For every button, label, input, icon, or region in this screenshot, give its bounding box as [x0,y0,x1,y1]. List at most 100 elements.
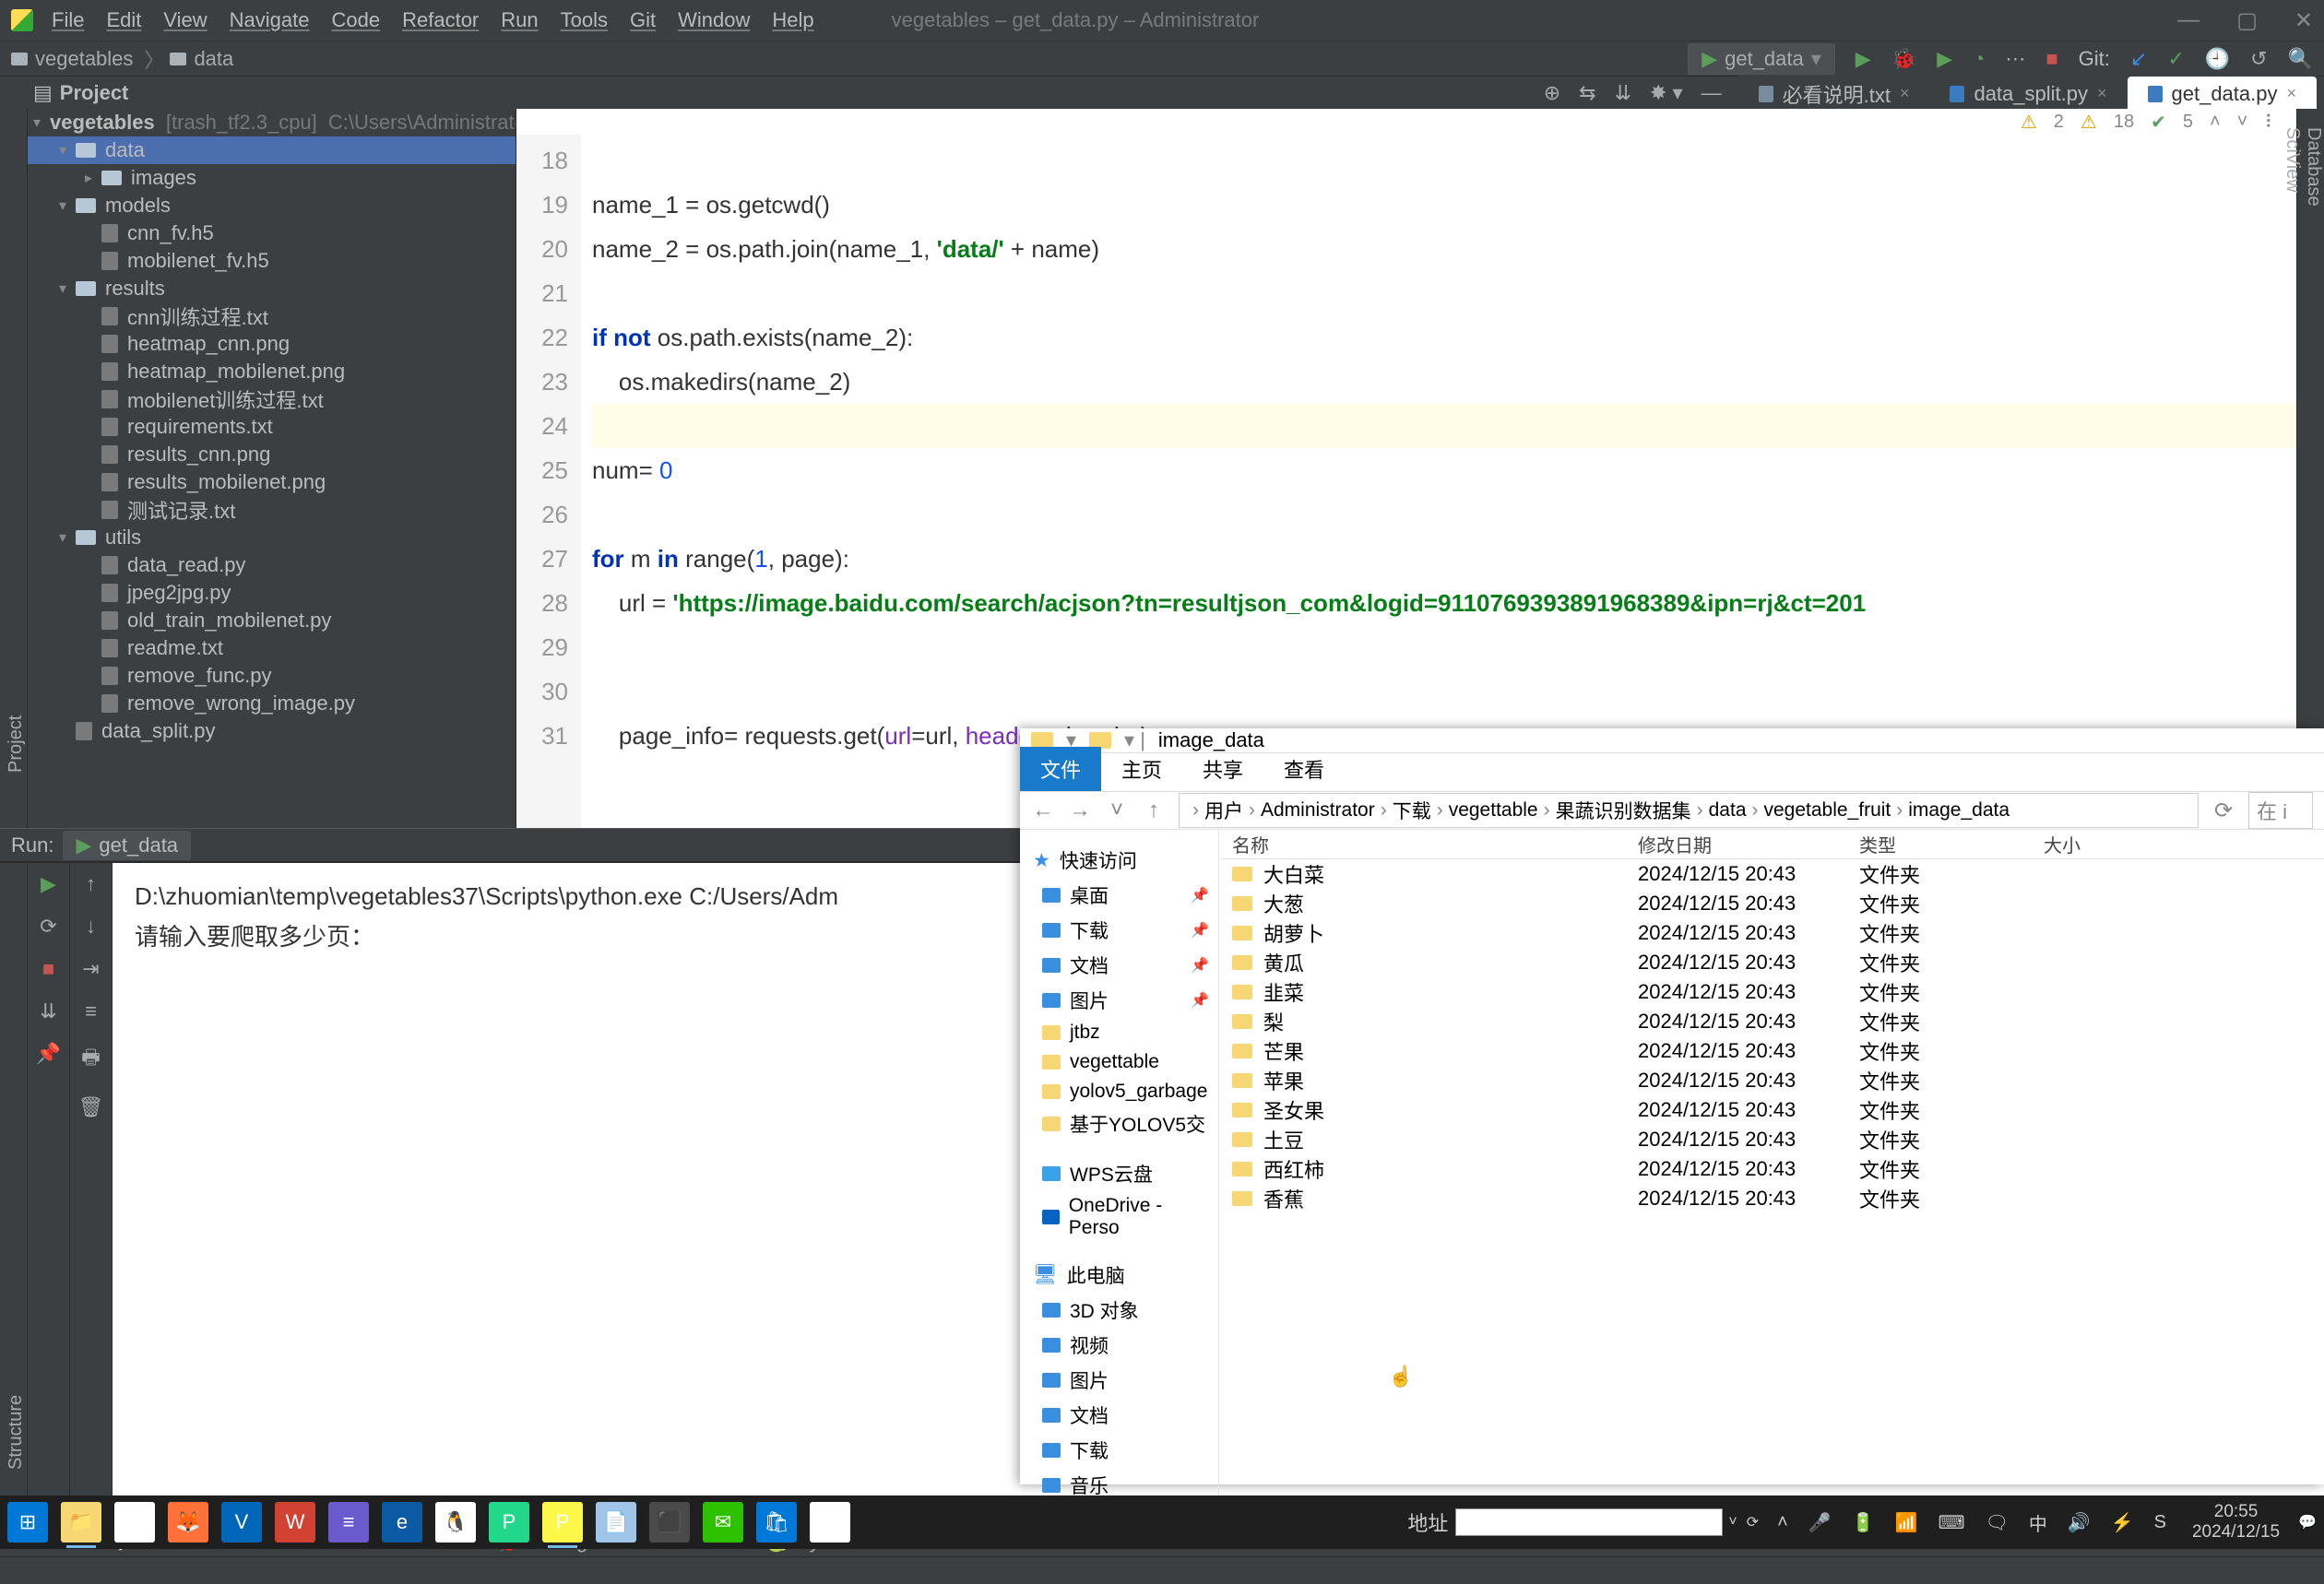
notifications-icon[interactable]: 💬 [2298,1513,2317,1531]
collapse-icon[interactable]: ⇊ [1615,81,1631,105]
close-tab-icon[interactable]: × [2286,84,2296,103]
select-opened-icon[interactable]: ⊕ [1544,81,1560,105]
maximize-button[interactable]: ▢ [2236,7,2258,34]
search-icon[interactable]: 🔍 [2288,47,2313,71]
address-dropdown-icon[interactable]: ˅ [1728,1514,1737,1531]
menu-navigate[interactable]: Navigate [230,8,310,31]
taskbar-start-icon[interactable]: ⊞ [7,1502,48,1543]
hide-icon[interactable]: — [1702,81,1722,105]
editor-tab[interactable]: get_data.py× [2128,77,2318,112]
taskbar-term-icon[interactable]: ⬛ [649,1502,690,1543]
layout-icon[interactable]: ⇊ [40,999,56,1023]
taskbar-wechat-icon[interactable]: ✉ [703,1502,743,1543]
clear-icon[interactable]: 🗑 [78,1095,104,1119]
sidebar-item[interactable]: 3D 对象 [1020,1293,1218,1328]
file-list[interactable]: 大白菜2024/12/15 20:43文件夹大葱2024/12/15 20:43… [1219,859,2324,1503]
close-tab-icon[interactable]: × [2097,84,2107,103]
folder-row[interactable]: 大白菜2024/12/15 20:43文件夹 [1219,859,2324,889]
folder-row[interactable]: 芒果2024/12/15 20:43文件夹 [1219,1036,2324,1066]
coverage-icon[interactable]: ▶ [1937,47,1952,71]
ribbon-tab-view[interactable]: 查看 [1263,747,1345,791]
menu-help[interactable]: Help [772,8,813,31]
menu-code[interactable]: Code [332,8,381,31]
folder-row[interactable]: 土豆2024/12/15 20:43文件夹 [1219,1125,2324,1154]
menu-git[interactable]: Git [630,8,656,31]
folder-row[interactable]: 梨2024/12/15 20:43文件夹 [1219,1007,2324,1036]
close-tab-icon[interactable]: × [1900,84,1910,103]
this-pc[interactable]: 🖥此电脑 [1020,1258,1218,1293]
tree-file[interactable]: remove_func.py [28,662,516,690]
folder-row[interactable]: 大葱2024/12/15 20:43文件夹 [1219,889,2324,918]
pin-icon[interactable]: 📌 [36,1042,61,1066]
tray-icon[interactable]: ˄ [1777,1512,1788,1533]
taskbar-notepad-icon[interactable]: 📄 [596,1502,636,1543]
taskbar-store-icon[interactable]: 🛍 [756,1502,797,1543]
tree-folder[interactable]: ▸images [28,164,516,192]
menu-refactor[interactable]: Refactor [402,8,479,31]
stop-icon[interactable]: ■ [2045,47,2057,71]
tree-file[interactable]: 测试记录.txt [28,496,516,524]
tree-file[interactable]: mobilenet训练过程.txt [28,385,516,413]
ribbon-tab-share[interactable]: 共享 [1182,747,1263,791]
tree-file[interactable]: jpeg2jpg.py [28,579,516,607]
sidebar-item[interactable]: jtbz [1020,1018,1218,1047]
taskbar-explorer-icon[interactable]: 📁 [61,1502,101,1543]
quick-access[interactable]: ★快速访问 [1020,843,1218,878]
path-segment[interactable]: image_data [1908,799,2010,822]
git-commit-icon[interactable]: ✓ [2167,47,2184,71]
tree-file[interactable]: requirements.txt [28,413,516,441]
prev-highlight-icon[interactable]: ˄ [2210,112,2221,133]
folder-row[interactable]: 西红柿2024/12/15 20:43文件夹 [1219,1154,2324,1184]
sidebar-item[interactable]: 图片 [1020,1363,1218,1398]
editor-tab[interactable]: 必看说明.txt× [1738,77,1930,112]
clock[interactable]: 20:55 2024/12/15 [2192,1502,2280,1543]
address-go-icon[interactable]: ⟳ [1747,1513,1759,1531]
project-view-icon[interactable]: ▤ [33,81,53,105]
tray-icon[interactable]: ⌨ [1939,1511,1965,1534]
inspections-bar[interactable]: ⚠2 ⚠18 ✔5 ˄ ˅ ⠇ [516,109,2296,135]
folder-row[interactable]: 韭菜2024/12/15 20:43文件夹 [1219,977,2324,1007]
up-icon[interactable]: ↑ [1142,798,1166,823]
sidebar-item[interactable]: vegettable [1020,1047,1218,1077]
stop-icon[interactable]: ⟳ [40,915,56,939]
path-segment[interactable]: vegetable_fruit [1764,799,1891,822]
tree-file[interactable]: readme.txt [28,634,516,662]
attach-icon[interactable]: ⋯ [2005,47,2025,71]
taskbar-pycharm1-icon[interactable]: P [489,1502,529,1543]
sidebar-item[interactable]: 文档 [1020,1398,1218,1433]
project-tool-tab[interactable]: Project [6,127,27,773]
tray-icon[interactable]: 📶 [1895,1511,1918,1534]
sidebar-item[interactable]: 文档📌 [1020,948,1218,983]
tray-icon[interactable]: 🔋 [1852,1511,1875,1534]
weak-warning-icon[interactable]: ⚠ [2081,111,2097,134]
tray-icon[interactable]: 🎤 [1808,1511,1832,1534]
path-segment[interactable]: 下载 [1393,797,1431,824]
ribbon-tab-file[interactable]: 文件 [1020,747,1101,791]
breadcrumb[interactable]: vegetables [11,47,133,71]
address-bar[interactable]: ›用户›Administrator›下载›vegettable›果蔬识别数据集›… [1179,793,2199,828]
run-icon[interactable]: ▶ [1856,47,1871,71]
menu-edit[interactable]: Edit [106,8,141,31]
tray-icon[interactable]: ⚡ [2111,1511,2134,1534]
rerun-icon[interactable]: ▶ [41,872,56,896]
code-editor[interactable]: 1819202122232425262728293031 name_1 = os… [516,135,2296,828]
sidebar-item[interactable]: OneDrive - Perso [1020,1191,1218,1243]
tray-icon[interactable]: 中 [2029,1509,2047,1536]
up-icon[interactable]: ↑ [86,872,96,896]
folder-row[interactable]: 圣女果2024/12/15 20:43文件夹 [1219,1095,2324,1125]
warning-icon[interactable]: ⚠ [2021,111,2037,134]
menu-view[interactable]: View [163,8,207,31]
git-history-icon[interactable]: 🕘 [2205,47,2230,71]
tree-file[interactable]: old_train_mobilenet.py [28,607,516,634]
profile-icon[interactable]: ◔ [1973,47,1985,71]
column-headers[interactable]: 名称 修改日期 类型 大小 [1219,830,2324,859]
sciview-tool-tab[interactable]: SciView [2282,127,2303,828]
sidebar-item[interactable]: 图片📌 [1020,983,1218,1018]
taskbar-qq-icon[interactable]: 🐧 [435,1502,476,1543]
path-segment[interactable]: 用户 [1204,797,1243,824]
taskbar-chrome-icon[interactable]: ◐ [114,1502,155,1543]
tree-folder[interactable]: ▾results [28,275,516,302]
tree-file[interactable]: cnn训练过程.txt [28,302,516,330]
stop-process-icon[interactable]: ■ [42,957,54,981]
tree-folder[interactable]: ▾utils [28,524,516,551]
